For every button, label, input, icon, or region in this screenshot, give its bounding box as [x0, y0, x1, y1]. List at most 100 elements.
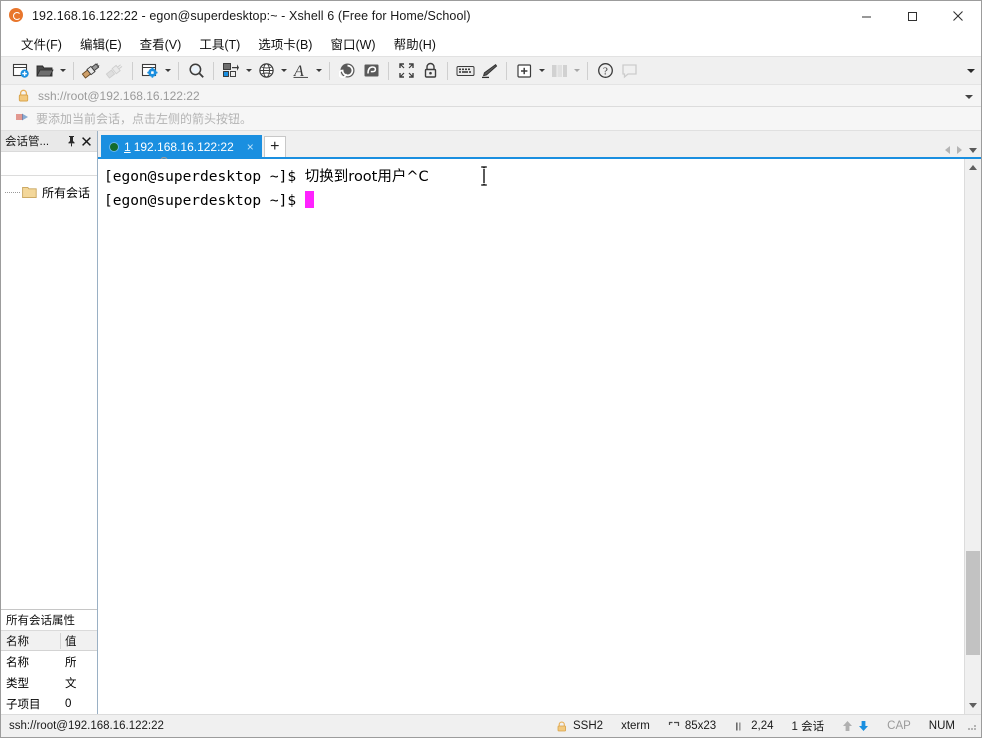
new-tab-button[interactable]: +	[263, 136, 286, 157]
lock-icon	[17, 89, 30, 102]
find-magnifier-icon[interactable]	[184, 59, 208, 83]
lock-icon	[556, 721, 568, 732]
toolbar-overflow-button[interactable]	[967, 57, 975, 85]
session-manager-title: 会话管...	[5, 136, 50, 148]
window-controls	[843, 1, 981, 31]
menu-tabs[interactable]: 选项卡(B)	[249, 31, 321, 56]
terminal-text: 切换到root用户^C	[304, 169, 429, 185]
tab-session-1[interactable]: 1 192.168.16.122:22 ×	[101, 135, 262, 157]
tree-item-all-sessions[interactable]: 所有会话	[1, 182, 97, 202]
close-panel-icon[interactable]	[79, 133, 94, 150]
scrollbar-track[interactable]	[965, 176, 981, 697]
tab-scroll-right-icon[interactable]	[957, 146, 962, 154]
status-cursor-label: 2,24	[751, 720, 774, 732]
maximize-button[interactable]	[889, 1, 935, 31]
properties-title: 所有会话属性	[1, 610, 97, 630]
tab-list-dropdown-icon[interactable]	[969, 147, 977, 153]
resize-grip[interactable]	[966, 720, 978, 732]
globe-icon[interactable]	[254, 59, 278, 83]
status-protocol: SSH2	[547, 720, 612, 732]
xftp-icon[interactable]	[359, 59, 383, 83]
cursor-pos-icon	[734, 721, 746, 732]
menu-window[interactable]: 窗口(W)	[321, 31, 384, 56]
tab-close-icon[interactable]: ×	[244, 140, 257, 153]
xshell-spiral-icon	[9, 8, 25, 24]
globe-dropdown-arrow[interactable]	[278, 60, 289, 82]
tab-scroll-left-icon[interactable]	[945, 146, 950, 154]
tab-label: 192.168.16.122:22	[133, 139, 234, 154]
terminal-scrollbar[interactable]	[964, 159, 981, 714]
toolbar-separator	[587, 61, 588, 80]
connect-plug-icon[interactable]	[79, 59, 103, 83]
layout-dropdown-arrow[interactable]	[571, 60, 582, 82]
xshell-spiral-icon[interactable]	[335, 59, 359, 83]
status-terminal-type: xterm	[621, 720, 650, 732]
arrow-up-icon	[842, 720, 853, 732]
session-search-box[interactable]	[1, 152, 171, 176]
fullscreen-icon[interactable]	[394, 59, 418, 83]
close-button[interactable]	[935, 1, 981, 31]
menu-edit[interactable]: 编辑(E)	[71, 31, 131, 56]
menu-tools[interactable]: 工具(T)	[190, 31, 249, 56]
disconnect-plug-icon	[103, 59, 127, 83]
tab-strip: 1 192.168.16.122:22 × +	[98, 131, 981, 157]
open-folder-dropdown-arrow[interactable]	[57, 60, 68, 82]
title-bar: 192.168.16.122:22 - egon@superdesktop:~ …	[1, 1, 981, 31]
highlight-pen-icon[interactable]	[477, 59, 501, 83]
minimize-button[interactable]	[843, 1, 889, 31]
terminal-line: [egon@superdesktop ~]$ 切换到root用户^C	[104, 165, 964, 189]
file-transfer-dropdown-arrow[interactable]	[243, 60, 254, 82]
address-bar[interactable]: ssh://root@192.168.16.122:22	[1, 84, 981, 107]
pin-icon[interactable]	[64, 133, 79, 150]
status-cursor-position: 2,24	[725, 720, 782, 732]
status-bar: ssh://root@192.168.16.122:22 SSH2 xterm …	[1, 714, 981, 737]
scroll-up-button[interactable]	[965, 159, 981, 176]
file-transfer-icon[interactable]	[219, 59, 243, 83]
menu-view[interactable]: 查看(V)	[131, 31, 191, 56]
property-value: 所	[65, 656, 77, 669]
address-input[interactable]: ssh://root@192.168.16.122:22	[38, 89, 200, 103]
new-session-icon[interactable]	[9, 59, 33, 83]
session-properties-dropdown-arrow[interactable]	[162, 60, 173, 82]
menu-help[interactable]: 帮助(H)	[385, 31, 445, 56]
menu-bar: 文件(F) 编辑(E) 查看(V) 工具(T) 选项卡(B) 窗口(W) 帮助(…	[1, 31, 981, 56]
status-num-indicator: NUM	[928, 720, 955, 732]
status-cap-indicator: CAP	[887, 720, 911, 732]
toolbar-separator	[132, 61, 133, 80]
menu-file[interactable]: 文件(F)	[12, 31, 71, 56]
status-session-count: 1 会话	[791, 721, 825, 733]
font-italic-A-icon[interactable]: A	[289, 59, 313, 83]
toolbar-separator	[213, 61, 214, 80]
tree-item-label: 所有会话	[42, 185, 91, 200]
arrow-down-icon	[858, 720, 869, 732]
properties-row: 类型 文	[1, 672, 97, 693]
toolbar: A ?	[1, 56, 981, 84]
session-manager-panel: 会话管... 所有会话 所有会话属性 名称 值 名称 所 类型 文 子项目 0	[1, 131, 171, 714]
tab-number: 1	[124, 139, 131, 154]
property-value: 文	[65, 677, 77, 690]
status-size-label: 85x23	[684, 720, 717, 732]
terminal-cursor	[304, 191, 314, 208]
toolbar-separator	[73, 61, 74, 80]
session-properties-icon[interactable]	[138, 59, 162, 83]
add-tab-icon[interactable]	[512, 59, 536, 83]
toolbar-separator	[447, 61, 448, 80]
scrollbar-thumb[interactable]	[966, 551, 980, 656]
terminal-size-icon	[668, 721, 680, 732]
toolbar-separator	[506, 61, 507, 80]
keyboard-icon[interactable]	[453, 59, 477, 83]
open-folder-icon[interactable]	[33, 59, 57, 83]
terminal-output[interactable]: [egon@superdesktop ~]$ 切换到root用户^C [egon…	[98, 159, 964, 714]
font-dropdown-arrow[interactable]	[313, 60, 324, 82]
lock-icon[interactable]	[418, 59, 442, 83]
scroll-down-button[interactable]	[965, 697, 981, 714]
session-tree: 所有会话	[1, 176, 97, 609]
tab-strip-controls	[945, 146, 977, 154]
notification-text: 要添加当前会话，点击左侧的箭头按钮。	[36, 112, 253, 126]
add-tab-dropdown-arrow[interactable]	[536, 60, 547, 82]
toolbar-separator	[329, 61, 330, 80]
help-question-icon[interactable]: ?	[593, 59, 617, 83]
address-dropdown-arrow[interactable]	[965, 85, 973, 108]
comment-bubble-icon	[617, 59, 641, 83]
window-title: 192.168.16.122:22 - egon@superdesktop:~ …	[32, 9, 471, 23]
